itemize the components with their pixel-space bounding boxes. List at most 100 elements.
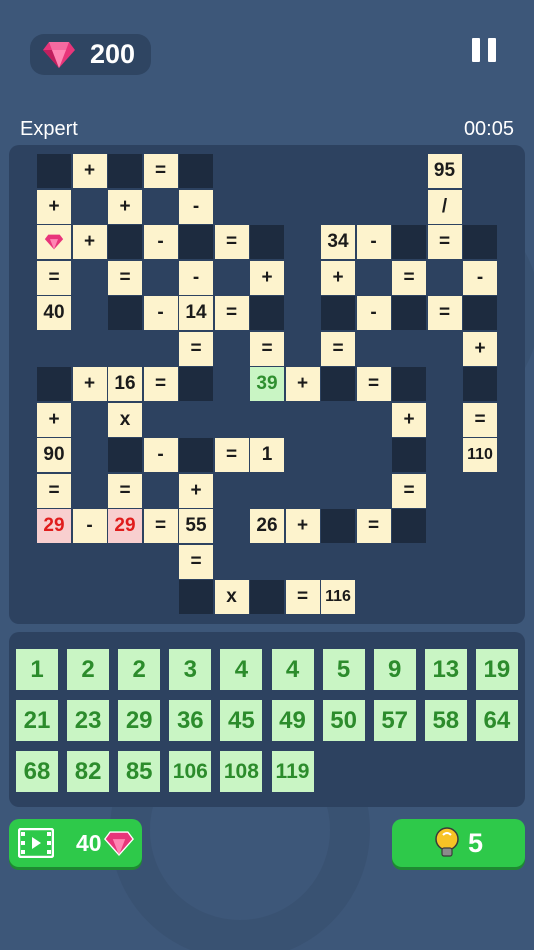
number-tile[interactable]: 4 bbox=[220, 649, 263, 690]
gem-bonus-cell[interactable] bbox=[37, 225, 71, 259]
number-tile[interactable]: 108 bbox=[220, 751, 263, 792]
number-tile[interactable]: 45 bbox=[220, 700, 263, 741]
number-tile[interactable]: 5 bbox=[322, 649, 365, 690]
empty-cell[interactable] bbox=[108, 225, 142, 259]
operator-cell: = bbox=[37, 473, 71, 508]
number-cell: 116 bbox=[321, 580, 355, 614]
number-tile[interactable]: 106 bbox=[169, 751, 212, 792]
operator-cell: x bbox=[108, 402, 142, 437]
number-tile[interactable]: 64 bbox=[475, 700, 518, 741]
operator-cell: - bbox=[143, 296, 178, 330]
number-tile[interactable]: 21 bbox=[16, 700, 58, 741]
operator-cell: + bbox=[285, 509, 320, 543]
empty-cell[interactable] bbox=[250, 580, 284, 614]
number-tile[interactable]: 119 bbox=[271, 751, 314, 792]
operator-cell: = bbox=[321, 331, 355, 366]
pause-icon bbox=[472, 38, 480, 62]
operator-cell: + bbox=[463, 331, 497, 366]
hint-button[interactable]: 5 bbox=[392, 819, 525, 867]
operator-cell: = bbox=[250, 331, 284, 366]
empty-cell[interactable] bbox=[37, 367, 71, 401]
operator-cell: = bbox=[143, 367, 178, 401]
gem-icon bbox=[44, 234, 64, 250]
empty-cell[interactable] bbox=[37, 154, 71, 188]
operator-cell: - bbox=[356, 225, 391, 259]
empty-cell[interactable] bbox=[179, 225, 213, 259]
number-cell: 110 bbox=[463, 438, 497, 472]
operator-cell: x bbox=[214, 580, 249, 614]
operator-cell: = bbox=[214, 225, 249, 259]
empty-cell[interactable] bbox=[250, 296, 284, 330]
empty-cell[interactable] bbox=[250, 225, 284, 259]
number-tile[interactable]: 68 bbox=[16, 751, 58, 792]
number-tile[interactable]: 85 bbox=[118, 751, 161, 792]
empty-cell[interactable] bbox=[463, 296, 497, 330]
number-tile[interactable]: 23 bbox=[67, 700, 110, 741]
operator-cell: + bbox=[108, 189, 142, 224]
empty-cell[interactable] bbox=[108, 154, 142, 188]
operator-cell: - bbox=[72, 509, 107, 543]
operator-cell: + bbox=[285, 367, 320, 401]
video-icon bbox=[18, 828, 54, 858]
operator-cell: = bbox=[285, 580, 320, 614]
empty-cell[interactable] bbox=[179, 438, 213, 472]
number-tile[interactable]: 9 bbox=[373, 649, 416, 690]
empty-cell[interactable] bbox=[392, 225, 426, 259]
empty-cell[interactable] bbox=[179, 580, 213, 614]
empty-cell[interactable] bbox=[321, 509, 355, 543]
number-tile[interactable]: 50 bbox=[322, 700, 365, 741]
operator-cell: = bbox=[392, 473, 426, 508]
empty-cell[interactable] bbox=[108, 438, 142, 472]
number-cell: 95 bbox=[427, 154, 462, 188]
number-tile[interactable]: 36 bbox=[169, 700, 212, 741]
lightbulb-icon bbox=[435, 827, 459, 857]
watch-video-button[interactable]: 40 bbox=[9, 819, 142, 867]
operator-cell: = bbox=[214, 296, 249, 330]
empty-cell[interactable] bbox=[392, 509, 426, 543]
empty-cell[interactable] bbox=[463, 367, 497, 401]
operator-cell: = bbox=[356, 509, 391, 543]
operator-cell: - bbox=[463, 260, 497, 295]
operator-cell: = bbox=[179, 544, 213, 579]
empty-cell[interactable] bbox=[321, 367, 355, 401]
operator-cell: = bbox=[108, 473, 142, 508]
number-tile[interactable]: 1 bbox=[16, 649, 58, 690]
gem-counter: 200 bbox=[30, 34, 151, 75]
number-tile[interactable]: 4 bbox=[271, 649, 314, 690]
placed-correct-cell[interactable]: 39 bbox=[250, 367, 284, 401]
operator-cell: = bbox=[108, 260, 142, 295]
number-cell: 40 bbox=[37, 296, 71, 330]
number-tile[interactable]: 49 bbox=[271, 700, 314, 741]
number-tile[interactable]: 3 bbox=[169, 649, 212, 690]
operator-cell: + bbox=[72, 225, 107, 259]
number-tile[interactable]: 58 bbox=[424, 700, 467, 741]
operator-cell: + bbox=[250, 260, 284, 295]
operator-cell: + bbox=[37, 402, 71, 437]
empty-cell[interactable] bbox=[392, 296, 426, 330]
number-tile[interactable]: 2 bbox=[118, 649, 161, 690]
empty-cell[interactable] bbox=[463, 225, 497, 259]
number-bank: 1 2 2 3 4 4 5 9 13 19 21 23 29 36 45 49 50 57 58 64 68 82 85 10… bbox=[9, 632, 525, 807]
number-tile[interactable]: 57 bbox=[373, 700, 416, 741]
number-cell: 14 bbox=[179, 296, 213, 330]
placed-wrong-cell[interactable]: 29 bbox=[108, 509, 142, 543]
empty-cell[interactable] bbox=[392, 367, 426, 401]
number-tile[interactable]: 82 bbox=[67, 751, 110, 792]
empty-cell[interactable] bbox=[392, 438, 426, 472]
number-tile[interactable]: 2 bbox=[67, 649, 110, 690]
operator-cell: + bbox=[392, 402, 426, 437]
number-tile[interactable]: 29 bbox=[118, 700, 161, 741]
placed-wrong-cell[interactable]: 29 bbox=[37, 509, 71, 543]
empty-cell[interactable] bbox=[108, 296, 142, 330]
number-tile[interactable]: 19 bbox=[475, 649, 518, 690]
empty-cell[interactable] bbox=[179, 154, 213, 188]
number-tile[interactable]: 13 bbox=[424, 649, 467, 690]
empty-cell[interactable] bbox=[321, 296, 355, 330]
operator-cell: = bbox=[214, 438, 249, 472]
pause-button[interactable] bbox=[472, 38, 496, 62]
difficulty-label: Expert bbox=[20, 118, 78, 140]
number-cell: 90 bbox=[37, 438, 71, 472]
hint-count: 5 bbox=[467, 827, 484, 858]
operator-cell: = bbox=[179, 331, 213, 366]
empty-cell[interactable] bbox=[179, 367, 213, 401]
